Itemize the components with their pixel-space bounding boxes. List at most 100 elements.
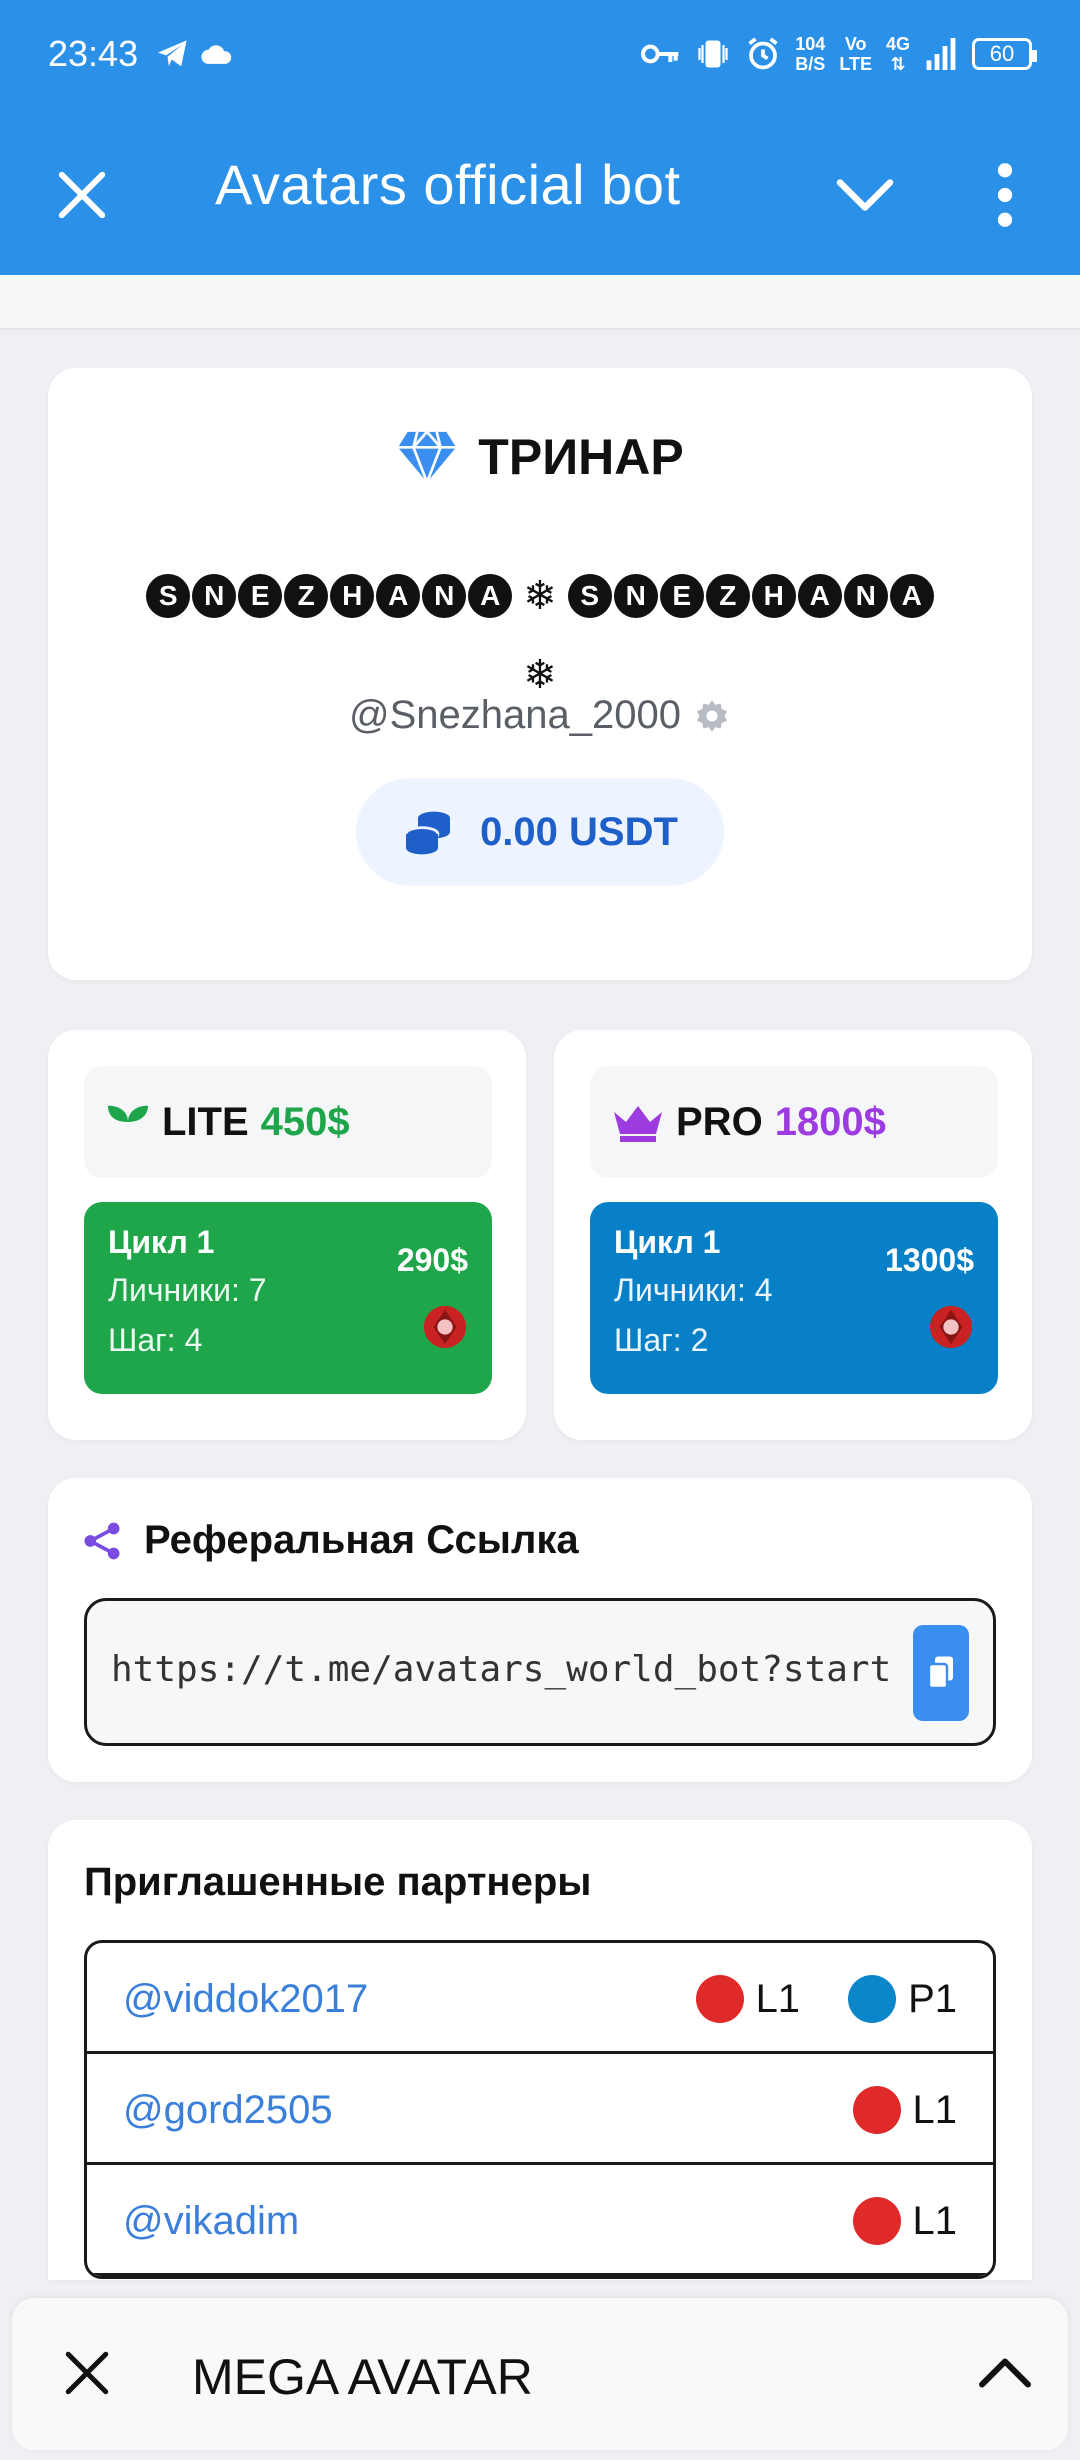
- referral-card: Реферальная Ссылка https://t.me/avatars_…: [48, 1478, 1032, 1782]
- volte-indicator: Vo LTE: [839, 34, 872, 74]
- level-dot-icon: [852, 2086, 901, 2134]
- chevron-up-icon[interactable]: [977, 2350, 1033, 2396]
- rank-label: ТРИНАР: [478, 429, 684, 485]
- name-letter: A: [376, 574, 421, 619]
- name-letter: A: [797, 574, 842, 619]
- partner-username[interactable]: @vikadim: [123, 2199, 299, 2244]
- level-dot-icon: [852, 2197, 901, 2245]
- name-letter: Z: [284, 574, 329, 619]
- step-count: Шаг: 2: [614, 1322, 709, 1358]
- diamond-icon: [398, 429, 457, 485]
- username: @Snezhana_2000: [349, 693, 681, 737]
- alarm-icon: [748, 37, 778, 70]
- tariff-card-lite[interactable]: LITE 450$ Цикл 1 Личники: 7 Шаг: 4 290$: [48, 1030, 526, 1440]
- partner-username[interactable]: @viddok2017: [123, 1977, 368, 2022]
- close-icon[interactable]: [62, 2348, 112, 2398]
- mini-app-title: MEGA AVATAR: [192, 2349, 533, 2405]
- display-name-part-1: SNEZHANA: [145, 572, 513, 619]
- tariff-price: 1800$: [774, 1099, 886, 1144]
- vibrate-icon: [698, 40, 728, 68]
- chevron-down-icon[interactable]: [835, 170, 895, 220]
- copy-icon: [927, 1656, 953, 1690]
- name-letter: N: [192, 574, 237, 619]
- tariff-card-pro[interactable]: PRO 1800$ Цикл 1 Личники: 4 Шаг: 2 1300$: [554, 1030, 1032, 1440]
- cycle-label: Цикл 1: [614, 1224, 721, 1260]
- display-name-part-2: SNEZHANA: [567, 572, 935, 619]
- name-letter: S: [146, 574, 191, 619]
- level-dot-icon: [848, 1975, 897, 2023]
- network-type: 4G ⇅: [885, 34, 910, 74]
- partner-tags: L1: [852, 2086, 957, 2134]
- signal-icon: [926, 38, 956, 70]
- cycle-amount: 290$: [396, 1242, 468, 1278]
- level-label: L1: [755, 1976, 801, 2021]
- referral-link-field[interactable]: https://t.me/avatars_world_bot?start: [84, 1598, 996, 1746]
- cloud-icon: [201, 45, 232, 64]
- mini-app-bar[interactable]: MEGA AVATAR: [12, 2298, 1068, 2450]
- name-letter: E: [238, 574, 283, 619]
- name-letter: E: [659, 574, 704, 619]
- key-icon: [641, 44, 679, 64]
- scrolled-header-strip: [0, 275, 1080, 330]
- battery-indicator: 60: [972, 38, 1037, 70]
- partner-level-tag: L1: [695, 1975, 801, 2023]
- step-count: Шаг: 4: [108, 1322, 203, 1358]
- cycle-box-pro: Цикл 1 Личники: 4 Шаг: 2 1300$: [590, 1202, 998, 1394]
- name-letter: A: [889, 574, 934, 619]
- cycle-amount: 1300$: [885, 1242, 974, 1278]
- level-dot-icon: [695, 1975, 744, 2023]
- tariff-header-lite: LITE 450$: [84, 1066, 492, 1178]
- balance-value: 0.00 USDT: [480, 809, 678, 854]
- cycle-label: Цикл 1: [108, 1224, 215, 1260]
- coins-icon: [404, 811, 451, 855]
- name-letter: A: [468, 574, 513, 619]
- personal-count: Личники: 7: [108, 1272, 267, 1308]
- partner-row: @vikadim L1: [87, 2165, 993, 2276]
- referral-heading: Реферальная Ссылка: [82, 1518, 579, 1563]
- status-time: 23:43: [48, 33, 139, 74]
- name-letter: Z: [705, 574, 750, 619]
- partners-card: Приглашенные партнеры @viddok2017 L1 P1 @go…: [48, 1820, 1032, 2280]
- copy-button[interactable]: [913, 1625, 969, 1721]
- name-letter: N: [613, 574, 658, 619]
- share-icon: [84, 1522, 120, 1559]
- tariff-price: 450$: [260, 1099, 350, 1144]
- username-row: @Snezhana_2000: [48, 693, 1032, 738]
- cycle-box-lite: Цикл 1 Личники: 7 Шаг: 4 290$: [84, 1202, 492, 1394]
- partner-level-tag: L1: [852, 2086, 957, 2134]
- status-bar: 23:43 104 B/S Vo LTE 4G ⇅ 60: [48, 28, 1037, 80]
- partner-tags: L1: [852, 2197, 957, 2245]
- sprout-icon: [108, 1105, 148, 1142]
- more-menu-icon[interactable]: [990, 162, 1020, 228]
- partners-title: Приглашенные партнеры: [84, 1860, 592, 1904]
- balance-pill[interactable]: 0.00 USDT: [356, 778, 724, 886]
- referral-title: Реферальная Ссылка: [144, 1518, 579, 1562]
- partner-username[interactable]: @gord2505: [123, 2088, 333, 2133]
- telegram-icon: [158, 40, 187, 67]
- name-letter: S: [567, 574, 612, 619]
- close-icon[interactable]: [55, 168, 109, 222]
- emblem-icon: [929, 1305, 973, 1349]
- tariff-name: PRO: [676, 1099, 763, 1144]
- name-letter: N: [422, 574, 467, 619]
- app-title: Avatars official bot: [215, 153, 681, 216]
- partner-tags: L1 P1: [695, 1975, 957, 2023]
- settings-gear-icon[interactable]: [693, 697, 731, 735]
- personal-count: Личники: 4: [614, 1272, 773, 1308]
- partner-row: @gord2505 L1: [87, 2054, 993, 2165]
- tariff-header-pro: PRO 1800$: [590, 1066, 998, 1178]
- crown-icon: [614, 1106, 662, 1142]
- referral-url[interactable]: https://t.me/avatars_world_bot?start: [111, 1649, 891, 1690]
- emblem-icon: [423, 1305, 467, 1349]
- level-label: P1: [908, 1976, 957, 2021]
- name-letter: N: [843, 574, 888, 619]
- partner-level-tag: P1: [848, 1975, 957, 2023]
- partner-row: @viddok2017 L1 P1: [87, 1943, 993, 2054]
- rank-heading: ТРИНАР: [48, 428, 1032, 486]
- partners-table: @viddok2017 L1 P1 @gord2505 L1 @vikadim L1: [84, 1940, 996, 2279]
- app-bar: Avatars official bot: [0, 140, 1080, 250]
- telegram-header: 23:43 104 B/S Vo LTE 4G ⇅ 60 Avatars offici…: [0, 0, 1080, 275]
- name-letter: H: [330, 574, 375, 619]
- name-letter: H: [751, 574, 796, 619]
- display-name: S N E Z H A N A ❄ S N E Z H A N A ❄: [48, 556, 1032, 713]
